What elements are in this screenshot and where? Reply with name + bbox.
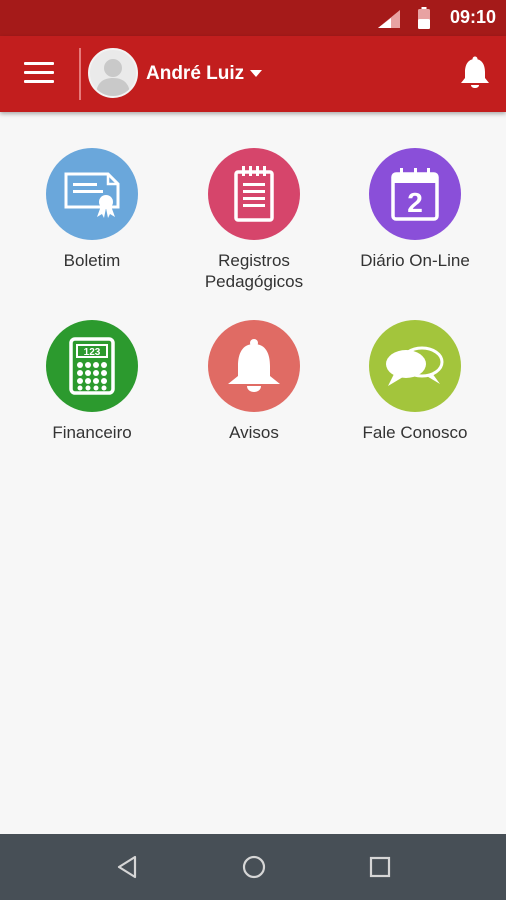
tile-circle: [208, 148, 300, 240]
recents-icon[interactable]: [369, 855, 391, 879]
avatar[interactable]: [88, 48, 138, 98]
battery-icon: [418, 7, 430, 29]
home-icon[interactable]: [242, 855, 266, 879]
calendar-day-number: 2: [407, 187, 423, 218]
menu-tile-label: Diário On-Line: [360, 251, 470, 270]
hamburger-menu-icon[interactable]: [24, 62, 54, 86]
system-nav-bar: [0, 834, 506, 900]
menu-tile-label: Registros Pedagógicos: [204, 251, 304, 291]
tile-circle: 2: [369, 148, 461, 240]
caret-down-icon[interactable]: [250, 70, 262, 78]
menu-tile-label: Avisos: [229, 423, 279, 442]
calculator-display: 123: [84, 347, 101, 358]
bell-icon: [228, 339, 280, 392]
status-bar: 09:10: [0, 0, 506, 36]
tile-circle: 123: [46, 320, 138, 412]
status-time: 09:10: [449, 7, 496, 27]
tile-circle: [46, 148, 138, 240]
menu-tile-fale-conosco[interactable]: Fale Conosco: [331, 320, 499, 443]
app-bar-divider: [79, 48, 81, 100]
menu-tile-financeiro[interactable]: 123 Financeiro: [8, 320, 176, 443]
menu-tile-registros-pedagogicos[interactable]: Registros Pedagógicos: [170, 148, 338, 292]
tile-circle: [369, 320, 461, 412]
menu-tile-avisos[interactable]: Avisos: [170, 320, 338, 443]
bell-icon[interactable]: [460, 56, 490, 90]
menu-tile-label: Financeiro: [52, 423, 132, 442]
back-icon[interactable]: [116, 855, 138, 879]
menu-tile-boletim[interactable]: Boletim: [8, 148, 176, 271]
signal-icon: [378, 10, 400, 28]
user-name[interactable]: André Luiz: [146, 63, 244, 85]
chat-bubbles-icon: [386, 346, 444, 386]
calendar-icon: 2: [391, 168, 439, 221]
app-bar: André Luiz: [0, 36, 506, 112]
menu-tile-label: Fale Conosco: [362, 423, 468, 442]
calculator-icon: 123: [69, 337, 115, 395]
certificate-icon: [64, 172, 120, 218]
tile-circle: [208, 320, 300, 412]
notepad-icon: [234, 166, 274, 222]
menu-tile-label: Boletim: [63, 251, 121, 270]
menu-tile-diario-on-line[interactable]: 2 Diário On-Line: [331, 148, 499, 271]
